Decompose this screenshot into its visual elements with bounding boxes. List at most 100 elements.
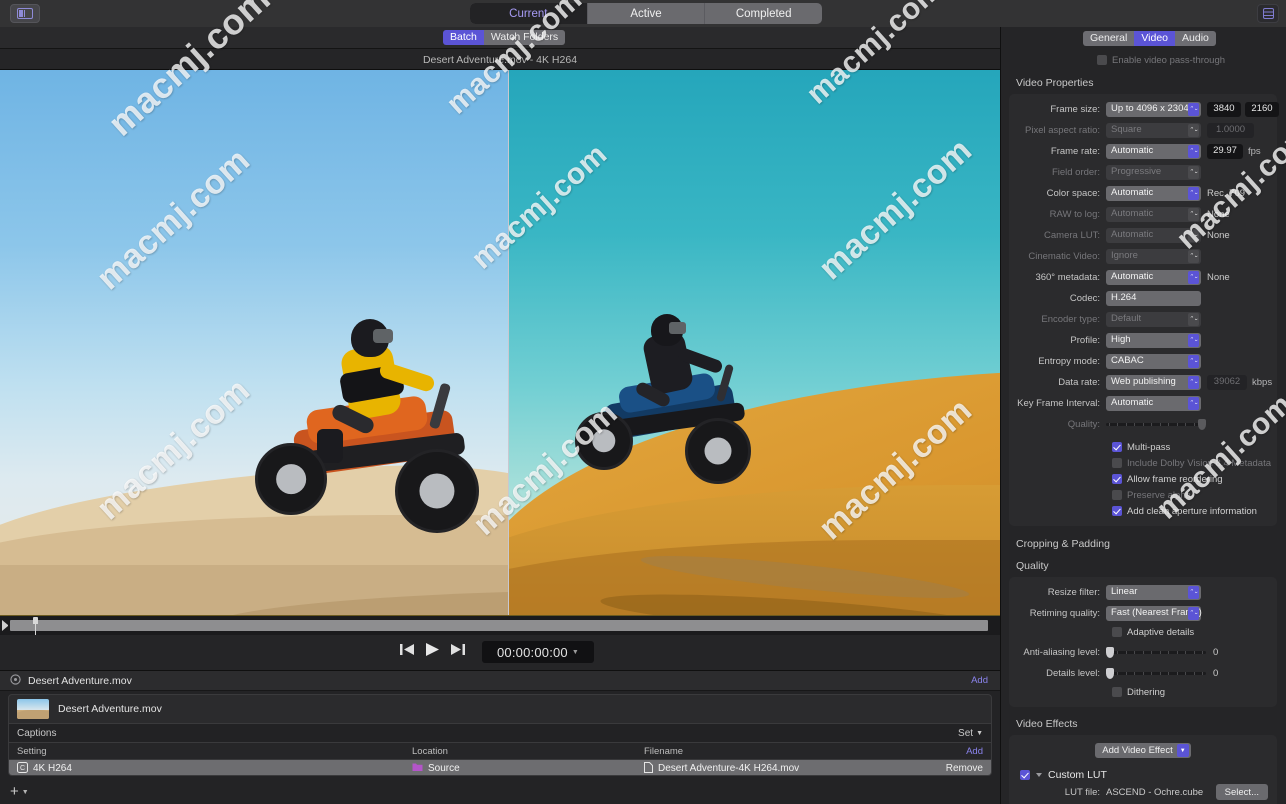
adaptive-details-row[interactable]: Adaptive details: [1009, 624, 1277, 640]
dithering-checkbox[interactable]: [1112, 687, 1122, 697]
preserve-alpha-row[interactable]: Preserve alpha: [1009, 487, 1277, 503]
dolby-vision-checkbox[interactable]: [1112, 458, 1122, 468]
dolby-vision-row[interactable]: Include Dolby Vision 8.4 Metadata: [1009, 455, 1277, 471]
data-rate-row[interactable]: Data rate: Web publishing 39062 kbps: [1009, 372, 1277, 392]
profile-popup[interactable]: High: [1106, 332, 1201, 348]
color-space-row[interactable]: Color space: Automatic Rec. 709: [1009, 183, 1277, 203]
tab-current[interactable]: Current: [470, 3, 588, 24]
sidebar-toggle-icon[interactable]: [10, 4, 40, 23]
retiming-quality-popup[interactable]: Fast (Nearest Frame): [1106, 605, 1202, 621]
encoder-type-popup[interactable]: Default: [1106, 311, 1201, 327]
preview-viewer[interactable]: [0, 70, 1000, 615]
add-menu-button[interactable]: + ▼: [10, 784, 29, 799]
frame-width-field[interactable]: 3840: [1207, 101, 1241, 117]
frame-reordering-row[interactable]: Allow frame reordering: [1009, 471, 1277, 487]
encoder-type-row[interactable]: Encoder type: Default: [1009, 309, 1277, 329]
data-rate-field[interactable]: 39062: [1207, 374, 1247, 390]
status-segmented-control[interactable]: Current Active Completed: [470, 3, 822, 24]
quality-slider[interactable]: [1106, 418, 1206, 431]
pixel-aspect-ratio-popup[interactable]: Square: [1106, 122, 1201, 138]
resize-filter-popup[interactable]: Linear: [1106, 584, 1201, 600]
add-video-effect-button[interactable]: Add Video Effect ▼: [1095, 743, 1191, 758]
timecode-field[interactable]: 00:00:00:00 ▼: [482, 641, 594, 663]
cropping-padding-title[interactable]: Cropping & Padding: [1000, 526, 1286, 555]
entropy-mode-popup[interactable]: CABAC: [1106, 353, 1201, 369]
retiming-quality-row[interactable]: Retiming quality: Fast (Nearest Frame): [1009, 603, 1277, 623]
chevron-down-icon[interactable]: ▼: [572, 649, 579, 656]
details-level-row[interactable]: Details level: 0: [1009, 663, 1277, 683]
skip-to-start-icon[interactable]: [400, 643, 415, 661]
scrubber-left-arrow-icon[interactable]: [2, 620, 10, 631]
key-frame-interval-row[interactable]: Key Frame Interval: Automatic: [1009, 393, 1277, 413]
video-effects-title[interactable]: Video Effects: [1000, 707, 1286, 735]
frame-rate-row[interactable]: Frame rate: Automatic 29.97 fps: [1009, 141, 1277, 161]
lut-file-row[interactable]: LUT file: ASCEND - Ochre.cube Select...: [1009, 783, 1277, 801]
tab-audio[interactable]: Audio: [1175, 31, 1216, 46]
batch-watchfolders-tabs[interactable]: Batch Watch Folders: [443, 30, 566, 45]
frame-height-field[interactable]: 2160: [1245, 101, 1279, 117]
spatial-metadata-popup[interactable]: Automatic: [1106, 269, 1201, 285]
transport-buttons[interactable]: [400, 642, 465, 662]
camera-lut-popup[interactable]: Automatic: [1106, 227, 1201, 243]
tab-general[interactable]: General: [1083, 31, 1135, 46]
cinematic-video-row[interactable]: Cinematic Video: Ignore: [1009, 246, 1277, 266]
pixel-aspect-ratio-row[interactable]: Pixel aspect ratio: Square 1.0000: [1009, 120, 1277, 140]
details-level-slider[interactable]: [1106, 667, 1206, 680]
field-order-row[interactable]: Field order: Progressive: [1009, 162, 1277, 182]
tab-completed[interactable]: Completed: [705, 3, 822, 24]
codec-row[interactable]: Codec: H.264: [1009, 288, 1277, 308]
resize-filter-row[interactable]: Resize filter: Linear: [1009, 582, 1277, 602]
playhead[interactable]: [33, 617, 38, 635]
add-job-link[interactable]: Add: [971, 675, 988, 686]
remove-setting-link[interactable]: Remove: [946, 763, 983, 774]
play-icon[interactable]: [425, 642, 440, 662]
chevron-down-icon[interactable]: ▼: [976, 730, 983, 737]
frame-size-popup[interactable]: Up to 4096 x 2304: [1106, 101, 1201, 117]
pass-through-checkbox[interactable]: [1097, 55, 1107, 65]
multi-pass-row[interactable]: Multi-pass: [1009, 439, 1277, 455]
skip-to-end-icon[interactable]: [450, 643, 465, 661]
pixel-aspect-ratio-field[interactable]: 1.0000: [1207, 122, 1254, 138]
inspector-tabs[interactable]: General Video Audio: [1083, 31, 1216, 46]
preserve-alpha-checkbox[interactable]: [1112, 490, 1122, 500]
quality-row[interactable]: Quality:: [1009, 414, 1277, 434]
cinematic-video-popup[interactable]: Ignore: [1106, 248, 1201, 264]
field-order-popup[interactable]: Progressive: [1106, 164, 1201, 180]
clean-aperture-checkbox[interactable]: [1112, 506, 1122, 516]
frame-reordering-checkbox[interactable]: [1112, 474, 1122, 484]
raw-to-log-row[interactable]: RAW to log: Automatic None: [1009, 204, 1277, 224]
captions-row[interactable]: Captions Set ▼: [9, 723, 991, 743]
frame-rate-field[interactable]: 29.97: [1207, 143, 1243, 159]
scrubber-track[interactable]: [10, 620, 988, 631]
frame-rate-popup[interactable]: Automatic: [1106, 143, 1201, 159]
tab-video[interactable]: Video: [1134, 31, 1176, 46]
anti-aliasing-slider[interactable]: [1106, 646, 1206, 659]
captions-set-label[interactable]: Set: [958, 728, 973, 739]
table-row[interactable]: C 4K H264 Source Desert Adventure-4K H26…: [9, 760, 991, 775]
spatial-metadata-row[interactable]: 360° metadata: Automatic None: [1009, 267, 1277, 287]
raw-to-log-popup[interactable]: Automatic: [1106, 206, 1201, 222]
chevron-down-icon[interactable]: ▼: [22, 789, 29, 796]
frame-size-row[interactable]: Frame size: Up to 4096 x 2304 3840 2160: [1009, 99, 1279, 119]
select-lut-button[interactable]: Select...: [1215, 784, 1268, 800]
anti-aliasing-row[interactable]: Anti-aliasing level: 0: [1009, 642, 1277, 662]
inspector-toggle-icon[interactable]: [1257, 4, 1279, 23]
data-rate-popup[interactable]: Web publishing: [1106, 374, 1201, 390]
tab-watch-folders[interactable]: Watch Folders: [483, 30, 566, 45]
profile-row[interactable]: Profile: High: [1009, 330, 1277, 350]
multi-pass-checkbox[interactable]: [1112, 442, 1122, 452]
tab-active[interactable]: Active: [588, 3, 706, 24]
key-frame-interval-popup[interactable]: Automatic: [1106, 395, 1201, 411]
camera-lut-row[interactable]: Camera LUT: Automatic None: [1009, 225, 1277, 245]
custom-lut-checkbox[interactable]: [1020, 769, 1030, 780]
quality-section-title[interactable]: Quality: [1000, 555, 1286, 577]
color-space-popup[interactable]: Automatic: [1106, 185, 1201, 201]
tab-batch[interactable]: Batch: [443, 30, 484, 45]
pass-through-row[interactable]: Enable video pass-through: [1000, 49, 1286, 71]
dithering-row[interactable]: Dithering: [1009, 684, 1277, 700]
source-row[interactable]: Desert Adventure.mov: [9, 695, 991, 723]
plus-icon[interactable]: +: [10, 784, 19, 799]
clean-aperture-row[interactable]: Add clean aperture information: [1009, 503, 1277, 519]
add-setting-link[interactable]: Add: [966, 746, 983, 757]
entropy-mode-row[interactable]: Entropy mode: CABAC: [1009, 351, 1277, 371]
